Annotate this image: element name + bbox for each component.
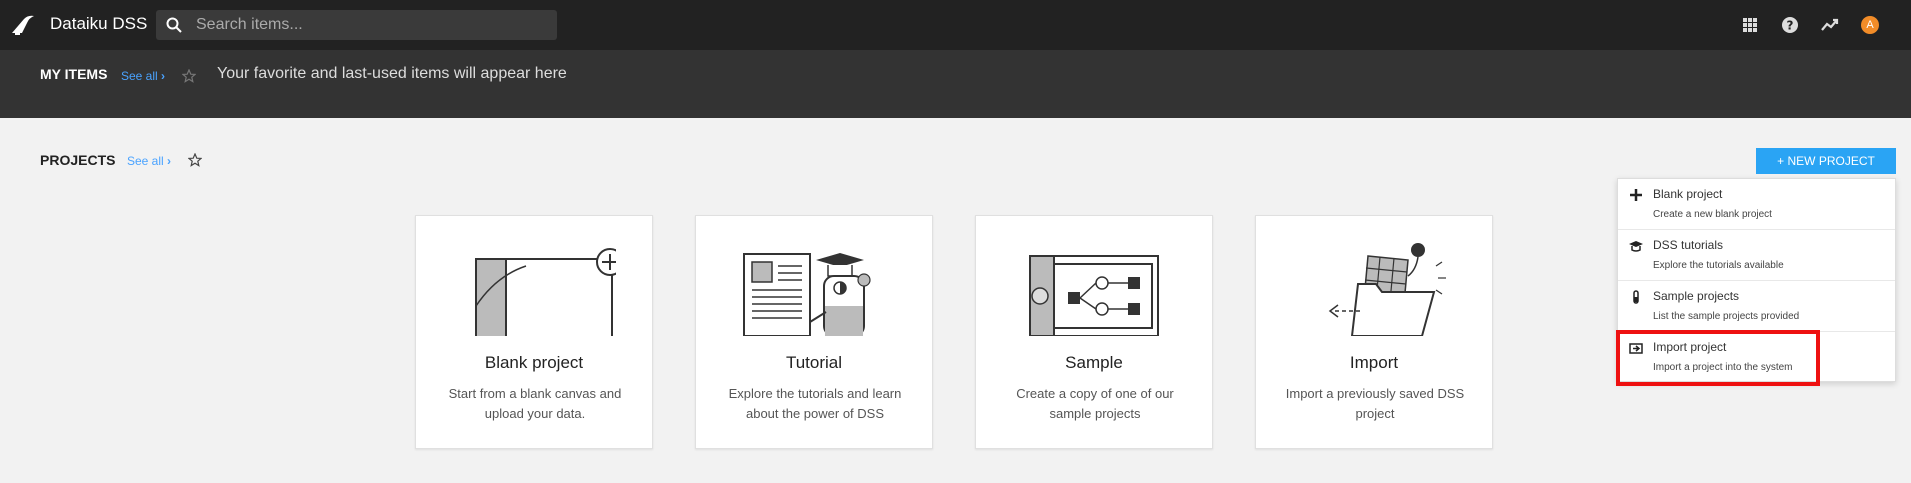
projects-see-all-link[interactable]: See all › <box>127 154 171 168</box>
my-items-see-all-link[interactable]: See all › <box>121 69 165 83</box>
projects-title: PROJECTS <box>40 152 116 168</box>
search-input[interactable] <box>196 10 546 40</box>
search-box[interactable] <box>156 10 557 40</box>
highlight-box <box>1616 330 1820 386</box>
import-card[interactable]: Import Import a previously saved DSS pro… <box>1255 215 1493 449</box>
user-avatar[interactable]: A <box>1861 16 1879 34</box>
card-description: Explore the tutorials and learn about th… <box>728 386 902 421</box>
chevron-right-icon: › <box>161 69 166 83</box>
menu-item-dss-tutorials[interactable]: DSS tutorials Explore the tutorials avai… <box>1618 230 1895 281</box>
tutorial-illustration <box>743 253 871 336</box>
plus-icon <box>1630 189 1642 201</box>
apps-grid-icon[interactable] <box>1740 15 1760 35</box>
star-icon[interactable] <box>188 153 202 167</box>
menu-item-description: Create a new blank project <box>1653 209 1772 220</box>
blank-project-card[interactable]: Blank project Start from a blank canvas … <box>415 215 653 449</box>
card-description: Create a copy of one of our sample proje… <box>1016 386 1174 421</box>
see-all-label: See all <box>127 154 164 168</box>
blank-canvas-illustration <box>475 248 616 336</box>
card-title: Blank project <box>484 353 584 372</box>
card-title: Tutorial <box>785 353 843 372</box>
sample-flow-illustration <box>1029 255 1159 336</box>
card-title: Sample <box>1065 353 1123 372</box>
search-icon <box>166 17 182 33</box>
menu-item-label: DSS tutorials <box>1653 238 1724 252</box>
tutorial-card[interactable]: Tutorial Explore the tutorials and learn… <box>695 215 933 449</box>
menu-item-description: List the sample projects provided <box>1653 311 1800 322</box>
menu-item-blank-project[interactable]: Blank project Create a new blank project <box>1618 179 1895 230</box>
my-items-title: MY ITEMS <box>40 66 108 82</box>
app-name[interactable]: Dataiku DSS <box>50 14 147 34</box>
menu-item-sample-projects[interactable]: Sample projects List the sample projects… <box>1618 281 1895 332</box>
menu-item-label: Sample projects <box>1653 289 1740 303</box>
help-icon[interactable]: ? <box>1780 15 1800 35</box>
menu-item-label: Blank project <box>1653 187 1723 201</box>
card-title: Import <box>1349 353 1399 372</box>
chevron-right-icon: › <box>167 154 172 168</box>
card-description: Import a previously saved DSS project <box>1285 386 1465 421</box>
test-tube-icon <box>1633 290 1639 304</box>
activity-trend-icon[interactable] <box>1820 15 1840 35</box>
see-all-label: See all <box>121 69 158 83</box>
star-icon[interactable] <box>182 69 196 83</box>
svg-text:?: ? <box>1787 19 1794 33</box>
top-navbar: Dataiku DSS ? A <box>0 0 1911 50</box>
import-folder-illustration <box>1328 243 1446 336</box>
sample-card[interactable]: Sample Create a copy of one of our sampl… <box>975 215 1213 449</box>
card-description: Start from a blank canvas and upload you… <box>448 386 622 421</box>
dataiku-bird-logo[interactable] <box>10 13 36 37</box>
menu-item-description: Explore the tutorials available <box>1653 260 1784 271</box>
graduation-cap-icon <box>1629 241 1643 252</box>
new-project-button[interactable]: + NEW PROJECT <box>1756 148 1896 174</box>
my-items-banner: MY ITEMS See all › Your favorite and las… <box>0 50 1911 118</box>
my-items-empty-message: Your favorite and last-used items will a… <box>217 65 567 82</box>
